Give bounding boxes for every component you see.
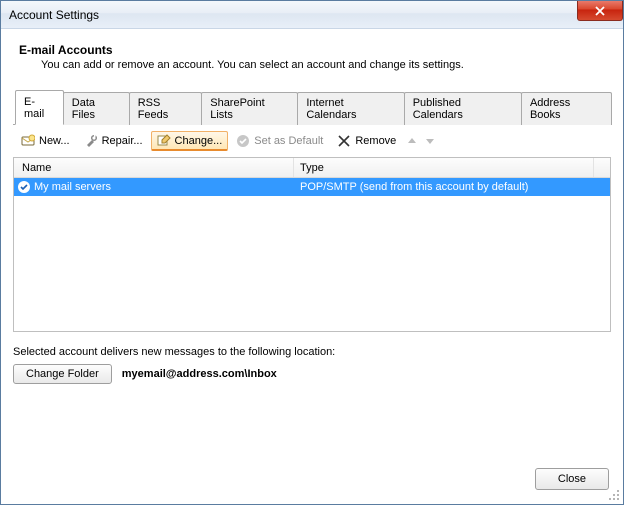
tab-data-files[interactable]: Data Files: [63, 92, 130, 125]
default-account-icon: [18, 181, 30, 193]
resize-grip[interactable]: [609, 490, 621, 502]
new-account-button[interactable]: New...: [15, 131, 76, 151]
set-default-label: Set as Default: [254, 135, 323, 147]
toolbar: New... Repair... Change... Set as Defaul…: [13, 125, 611, 155]
tabstrip: E-mail Data Files RSS Feeds SharePoint L…: [13, 89, 611, 125]
column-type[interactable]: Type: [294, 158, 594, 177]
arrow-down-icon: [425, 136, 435, 146]
delivery-location-text: Selected account delivers new messages t…: [13, 346, 611, 358]
titlebar: Account Settings: [1, 1, 623, 29]
section-heading: E-mail Accounts: [19, 43, 611, 57]
section-subtitle: You can add or remove an account. You ca…: [41, 59, 611, 71]
move-up-button[interactable]: [404, 133, 420, 149]
new-label: New...: [39, 135, 70, 147]
set-default-icon: [236, 134, 250, 148]
change-label: Change...: [175, 135, 223, 147]
remove-account-button[interactable]: Remove: [331, 131, 402, 151]
move-down-button[interactable]: [422, 133, 438, 149]
tab-published-calendars[interactable]: Published Calendars: [404, 92, 522, 125]
repair-icon: [84, 134, 98, 148]
close-button[interactable]: Close: [535, 468, 609, 490]
close-window-button[interactable]: [577, 1, 623, 21]
tab-rss-feeds[interactable]: RSS Feeds: [129, 92, 203, 125]
close-icon: [595, 6, 605, 16]
repair-label: Repair...: [102, 135, 143, 147]
delivery-location-section: Selected account delivers new messages t…: [13, 346, 611, 384]
account-type: POP/SMTP (send from this account by defa…: [294, 181, 610, 193]
remove-label: Remove: [355, 135, 396, 147]
change-account-button[interactable]: Change...: [151, 131, 229, 151]
new-icon: [21, 134, 35, 148]
window-title: Account Settings: [1, 8, 99, 22]
repair-account-button[interactable]: Repair...: [78, 131, 149, 151]
account-list: Name Type My mail servers POP/SMTP (send…: [13, 157, 611, 332]
remove-icon: [337, 134, 351, 148]
account-name: My mail servers: [34, 181, 111, 193]
tab-email[interactable]: E-mail: [15, 90, 64, 125]
delivery-location-path: myemail@address.com\Inbox: [122, 368, 277, 380]
set-default-button: Set as Default: [230, 131, 329, 151]
account-settings-window: Account Settings E-mail Accounts You can…: [0, 0, 624, 505]
column-name[interactable]: Name: [14, 158, 294, 177]
tab-address-books[interactable]: Address Books: [521, 92, 612, 125]
tab-sharepoint-lists[interactable]: SharePoint Lists: [201, 92, 298, 125]
account-row[interactable]: My mail servers POP/SMTP (send from this…: [14, 178, 610, 196]
change-icon: [157, 134, 171, 148]
list-header: Name Type: [14, 158, 610, 178]
dialog-footer: Close: [535, 468, 609, 490]
arrow-up-icon: [407, 136, 417, 146]
change-folder-button[interactable]: Change Folder: [13, 364, 112, 384]
content-area: E-mail Accounts You can add or remove an…: [1, 29, 623, 384]
tab-internet-calendars[interactable]: Internet Calendars: [297, 92, 404, 125]
